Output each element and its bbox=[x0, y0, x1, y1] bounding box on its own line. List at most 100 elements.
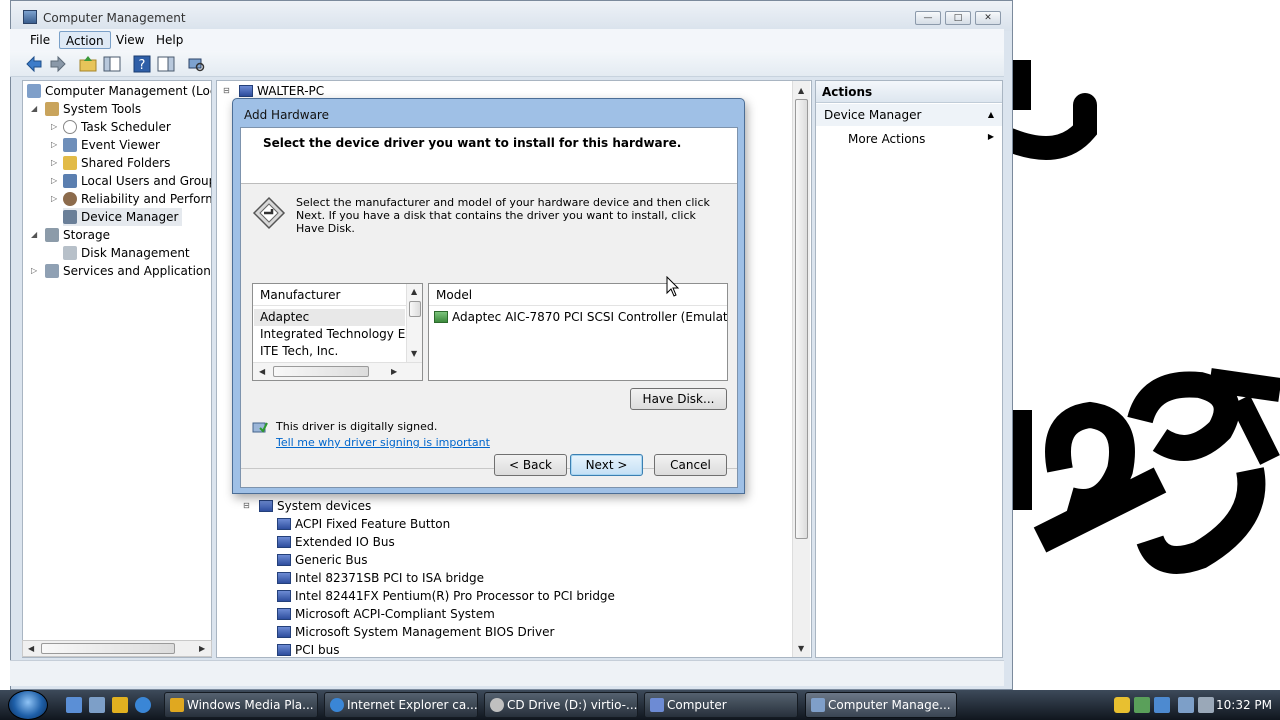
show-hide-tree-icon[interactable] bbox=[102, 54, 122, 74]
back-arrow-icon[interactable] bbox=[24, 54, 44, 74]
scroll-left-arrow-icon[interactable]: ◀ bbox=[28, 644, 34, 653]
computer-management-icon bbox=[27, 84, 41, 98]
scroll-right-arrow-icon[interactable]: ▶ bbox=[391, 367, 397, 376]
tools-icon bbox=[45, 102, 59, 116]
tree-horizontal-scrollbar[interactable]: ◀ ▶ bbox=[22, 640, 212, 657]
collapse-triangle-icon[interactable]: ◢ bbox=[31, 226, 37, 244]
expand-triangle-icon[interactable]: ▷ bbox=[51, 172, 57, 190]
forward-arrow-icon[interactable] bbox=[48, 54, 68, 74]
model-list[interactable]: Model Adaptec AIC-7870 PCI SCSI Controll… bbox=[428, 283, 728, 381]
scrollbar-thumb[interactable] bbox=[273, 366, 369, 377]
scroll-down-arrow-icon[interactable]: ▼ bbox=[411, 349, 417, 358]
scrollbar-thumb[interactable] bbox=[41, 643, 175, 654]
expand-triangle-icon[interactable]: ▷ bbox=[51, 118, 57, 136]
collapse-box-icon[interactable]: ⊟ bbox=[223, 82, 230, 100]
clock[interactable]: 10:32 PM bbox=[1216, 698, 1272, 712]
taskbar-button-cd-drive[interactable]: CD Drive (D:) virtio-... bbox=[484, 692, 638, 718]
menu-help[interactable]: Help bbox=[150, 31, 189, 49]
up-folder-icon[interactable] bbox=[78, 54, 98, 74]
internet-explorer-quicklaunch-icon[interactable] bbox=[135, 697, 151, 713]
device-item[interactable]: ACPI Fixed Feature Button bbox=[277, 515, 450, 533]
tree-item-services[interactable]: Services and Applications bbox=[45, 262, 211, 280]
scrollbar-thumb[interactable] bbox=[795, 99, 808, 539]
device-icon bbox=[277, 536, 291, 548]
volume-muted-icon[interactable] bbox=[1198, 697, 1214, 713]
menu-file[interactable]: File bbox=[24, 31, 56, 49]
tree-item-event-viewer[interactable]: Event Viewer bbox=[63, 136, 160, 154]
device-item[interactable]: Intel 82441FX Pentium(R) Pro Processor t… bbox=[277, 587, 615, 605]
manufacturer-list[interactable]: Manufacturer Adaptec Integrated Technolo… bbox=[252, 283, 423, 381]
scroll-left-arrow-icon[interactable]: ◀ bbox=[259, 367, 265, 376]
next-button[interactable]: Next > bbox=[570, 454, 643, 476]
driver-signing-link[interactable]: Tell me why driver signing is important bbox=[276, 436, 490, 449]
switch-windows-icon[interactable] bbox=[89, 697, 105, 713]
device-item[interactable]: Microsoft System Management BIOS Driver bbox=[277, 623, 554, 641]
help-icon[interactable]: ? bbox=[132, 54, 152, 74]
menu-view[interactable]: View bbox=[110, 31, 150, 49]
tree-item-local-users[interactable]: Local Users and Groups bbox=[63, 172, 211, 190]
manufacturer-horizontal-scrollbar[interactable]: ◀ ▶ bbox=[253, 362, 422, 380]
scroll-right-arrow-icon[interactable]: ▶ bbox=[199, 644, 205, 653]
back-button[interactable]: < Back bbox=[494, 454, 567, 476]
maximize-button[interactable]: □ bbox=[945, 11, 971, 25]
show-hide-action-pane-icon[interactable] bbox=[156, 54, 176, 74]
taskbar-button-computer[interactable]: Computer bbox=[644, 692, 798, 718]
tree-item-storage[interactable]: Storage bbox=[45, 226, 110, 244]
manufacturer-item[interactable]: ITE Tech, Inc. bbox=[260, 343, 338, 360]
title-bar[interactable]: Computer Management — □ ✕ bbox=[11, 1, 1012, 31]
scroll-down-arrow-icon[interactable]: ▼ bbox=[798, 644, 804, 653]
taskbar-button-internet-explorer[interactable]: Internet Explorer ca... bbox=[324, 692, 478, 718]
windows-update-icon[interactable] bbox=[1154, 697, 1170, 713]
tree-item-disk-management[interactable]: Disk Management bbox=[63, 244, 190, 262]
scan-hardware-icon[interactable] bbox=[186, 54, 206, 74]
show-desktop-icon[interactable] bbox=[66, 697, 82, 713]
collapse-up-arrow-icon[interactable]: ▲ bbox=[988, 104, 994, 126]
manufacturer-item[interactable]: Integrated Technology Express bbox=[260, 326, 422, 343]
device-item[interactable]: Microsoft ACPI-Compliant System bbox=[277, 605, 495, 623]
device-item[interactable]: Intel 82371SB PCI to ISA bridge bbox=[277, 569, 484, 587]
signed-status-text: This driver is digitally signed. bbox=[276, 420, 438, 433]
services-icon bbox=[45, 264, 59, 278]
model-item[interactable]: Adaptec AIC-7870 PCI SCSI Controller (Em… bbox=[434, 309, 727, 326]
more-actions-item[interactable]: More Actions bbox=[848, 128, 925, 150]
have-disk-button[interactable]: Have Disk... bbox=[630, 388, 727, 410]
taskbar-button-computer-management[interactable]: Computer Manage... bbox=[805, 692, 957, 718]
tree-item-computer-management[interactable]: Computer Management (Local bbox=[27, 82, 211, 100]
tree-item-shared-folders[interactable]: Shared Folders bbox=[63, 154, 170, 172]
category-system-devices[interactable]: System devices bbox=[259, 497, 371, 515]
security-shield-icon[interactable] bbox=[1114, 697, 1130, 713]
expand-triangle-icon[interactable]: ▷ bbox=[31, 262, 37, 280]
actions-header: Actions bbox=[816, 81, 1002, 103]
safely-remove-hardware-icon[interactable] bbox=[1134, 697, 1150, 713]
device-item[interactable]: Generic Bus bbox=[277, 551, 367, 569]
close-button[interactable]: ✕ bbox=[975, 11, 1001, 25]
actions-section-device-manager[interactable]: Device Manager ▲ bbox=[816, 104, 1002, 126]
expand-triangle-icon[interactable]: ▷ bbox=[51, 154, 57, 172]
scroll-up-arrow-icon[interactable]: ▲ bbox=[411, 287, 417, 296]
collapse-box-icon[interactable]: ⊟ bbox=[243, 497, 250, 515]
device-pane-vertical-scrollbar[interactable]: ▲ ▼ bbox=[792, 81, 810, 657]
tree-item-system-tools[interactable]: System Tools bbox=[45, 100, 141, 118]
tree-item-reliability[interactable]: Reliability and Performa bbox=[63, 190, 211, 208]
event-viewer-icon bbox=[63, 138, 77, 152]
media-player-quicklaunch-icon[interactable] bbox=[112, 697, 128, 713]
expand-triangle-icon[interactable]: ▷ bbox=[51, 136, 57, 154]
taskbar-button-media-player[interactable]: Windows Media Pla... bbox=[164, 692, 318, 718]
manufacturer-vertical-scrollbar[interactable]: ▲ ▼ bbox=[406, 284, 422, 362]
network-icon[interactable] bbox=[1178, 697, 1194, 713]
device-item[interactable]: PCI bus bbox=[277, 641, 339, 657]
expand-triangle-icon[interactable]: ▷ bbox=[51, 190, 57, 208]
tree-item-device-manager[interactable]: Device Manager bbox=[63, 208, 183, 226]
collapse-triangle-icon[interactable]: ◢ bbox=[31, 100, 37, 118]
minimize-button[interactable]: — bbox=[915, 11, 941, 25]
device-item[interactable]: Extended IO Bus bbox=[277, 533, 395, 551]
menu-action[interactable]: Action bbox=[59, 31, 111, 49]
computer-management-icon bbox=[811, 698, 825, 712]
tree-item-task-scheduler[interactable]: Task Scheduler bbox=[63, 118, 171, 136]
start-button[interactable] bbox=[8, 690, 48, 720]
manufacturer-item[interactable]: Adaptec bbox=[254, 309, 405, 326]
scroll-up-arrow-icon[interactable]: ▲ bbox=[798, 86, 804, 95]
cancel-button[interactable]: Cancel bbox=[654, 454, 727, 476]
computer-management-icon bbox=[23, 10, 37, 24]
scrollbar-thumb[interactable] bbox=[409, 301, 421, 317]
